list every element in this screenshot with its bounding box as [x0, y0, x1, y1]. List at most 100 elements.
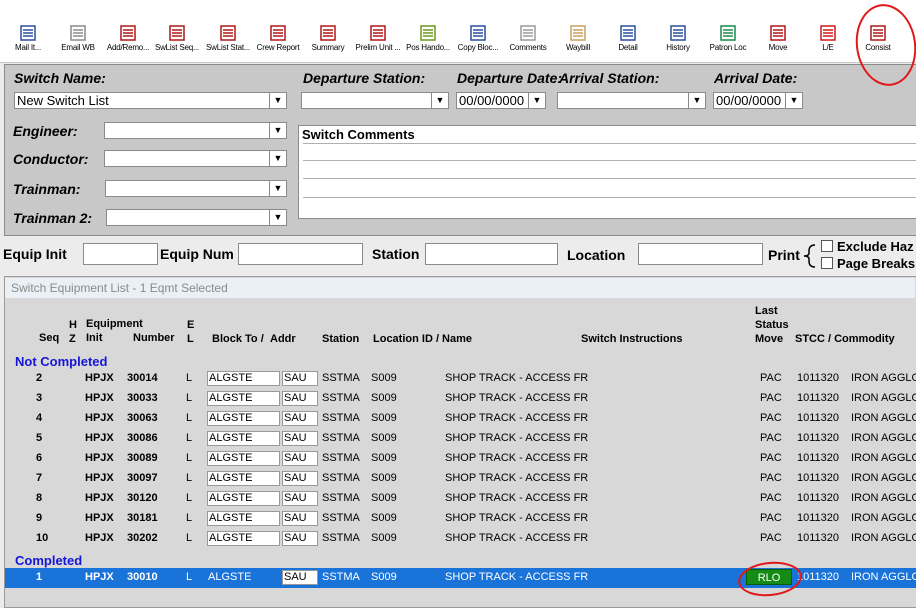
chevron-down-icon[interactable]: ▼: [269, 210, 286, 225]
toolbar-button-pos-handoff[interactable]: Pos Hando...: [406, 25, 450, 59]
switch-comments-label: Switch Comments: [302, 127, 415, 142]
station-cell: SSTMA: [322, 571, 360, 583]
switch-comments-box[interactable]: Switch Comments: [298, 125, 916, 219]
last-status-cell: PAC: [760, 532, 782, 544]
table-row[interactable]: 6 HPJX 30089 L SSTMA S009 SHOP TRACK - ACCESS …: [5, 449, 916, 469]
number-cell: 30097: [127, 472, 158, 484]
table-row[interactable]: 7 HPJX 30097 L SSTMA S009 SHOP TRACK - ACCESS …: [5, 469, 916, 489]
toolbar-button-waybill[interactable]: Waybill: [556, 25, 600, 59]
summary-icon: [320, 25, 336, 41]
bracket-icon: [803, 244, 816, 268]
station-filter-input[interactable]: [425, 243, 558, 265]
addr-field[interactable]: SAU: [282, 371, 318, 386]
addr-field[interactable]: SAU: [282, 391, 318, 406]
toolbar-button-patron-loc[interactable]: Patron Loc: [706, 25, 750, 59]
page-breaks-checkbox[interactable]: [821, 257, 833, 269]
commodity-cell: IRON AGGLO: [851, 372, 916, 384]
chevron-down-icon[interactable]: ▼: [269, 181, 286, 196]
page-breaks-label: Page Breaks: [837, 256, 916, 271]
block-to-field[interactable]: ALGSTE: [207, 431, 280, 446]
station-cell: SSTMA: [322, 452, 360, 464]
block-to-field[interactable]: ALGSTE: [207, 511, 280, 526]
col-number-header: Number: [133, 332, 175, 344]
chevron-down-icon[interactable]: ▼: [269, 93, 286, 108]
block-to-field[interactable]: ALGSTE: [208, 571, 251, 583]
addr-field[interactable]: SAU: [282, 531, 318, 546]
departure-date-picker[interactable]: 00/00/0000 ▼: [456, 92, 546, 109]
toolbar-button-prelim-unit[interactable]: Prelim Unit ...: [356, 25, 401, 59]
toolbar-button-mail[interactable]: Mail It...: [6, 25, 50, 59]
chevron-down-icon[interactable]: ▼: [528, 93, 545, 108]
prelim-unit-icon: [370, 25, 386, 41]
table-row[interactable]: 5 HPJX 30086 L SSTMA S009 SHOP TRACK - ACCESS …: [5, 429, 916, 449]
table-row[interactable]: 3 HPJX 30033 L SSTMA S009 SHOP TRACK - ACCESS …: [5, 389, 916, 409]
location-name-cell: SHOP TRACK - ACCESS FR: [445, 512, 589, 524]
table-row[interactable]: 10 HPJX 30202 L SSTMA S009 SHOP TRACK - ACCESS…: [5, 529, 916, 549]
departure-station-combo[interactable]: ▼: [301, 92, 449, 109]
toolbar-button-move[interactable]: Move: [756, 25, 800, 59]
addr-field[interactable]: SAU: [282, 411, 318, 426]
toolbar-button-swlist-seq[interactable]: SwList Seq...: [155, 25, 199, 59]
col-seq-header: Seq: [39, 332, 60, 344]
addr-field[interactable]: SAU: [282, 511, 318, 526]
addr-field[interactable]: SAU: [282, 471, 318, 486]
toolbar-button-summary[interactable]: Summary: [306, 25, 350, 59]
trainman-combo[interactable]: ▼: [105, 180, 287, 197]
table-row[interactable]: 8 HPJX 30120 L SSTMA S009 SHOP TRACK - ACCESS …: [5, 489, 916, 509]
el-cell: L: [186, 512, 193, 524]
arrival-station-combo[interactable]: ▼: [557, 92, 706, 109]
toolbar-button-detail[interactable]: Detail: [606, 25, 650, 59]
toolbar-button-crew-report[interactable]: Crew Report: [256, 25, 300, 59]
block-to-field[interactable]: ALGSTE: [207, 451, 280, 466]
chevron-down-icon[interactable]: ▼: [785, 93, 802, 108]
arrival-date-value: 00/00/0000: [716, 93, 782, 108]
comment-line: [303, 197, 916, 198]
number-cell: 30014: [127, 372, 158, 384]
chevron-down-icon[interactable]: ▼: [269, 123, 286, 138]
addr-field[interactable]: SAU: [282, 451, 318, 466]
toolbar-button-history[interactable]: History: [656, 25, 700, 59]
col-hz-header: H Z: [69, 319, 77, 345]
block-to-field[interactable]: ALGSTE: [207, 371, 280, 386]
equip-init-input[interactable]: [83, 243, 158, 265]
engineer-combo[interactable]: ▼: [104, 122, 287, 139]
arrival-date-picker[interactable]: 00/00/0000 ▼: [713, 92, 803, 109]
switch-name-combo[interactable]: New Switch List ▼: [14, 92, 287, 109]
chevron-down-icon[interactable]: ▼: [688, 93, 705, 108]
move-icon: [770, 25, 786, 41]
block-to-field[interactable]: ALGSTE: [207, 411, 280, 426]
number-cell: 30033: [127, 392, 158, 404]
toolbar-button-copy-block[interactable]: Copy Bloc...: [456, 25, 500, 59]
seq-cell: 7: [36, 472, 43, 484]
table-row[interactable]: 2 HPJX 30014 L SSTMA S009 SHOP TRACK - ACCESS …: [5, 369, 916, 389]
col-location-header: Location ID / Name: [373, 333, 473, 345]
addr-field[interactable]: SAU: [282, 570, 318, 585]
toolbar-button-comments[interactable]: Comments: [506, 25, 550, 59]
table-row[interactable]: 9 HPJX 30181 L SSTMA S009 SHOP TRACK - ACCESS …: [5, 509, 916, 529]
toolbar-button-label: History: [666, 43, 690, 52]
table-row[interactable]: 4 HPJX 30063 L SSTMA S009 SHOP TRACK - ACCESS …: [5, 409, 916, 429]
chevron-down-icon[interactable]: ▼: [269, 151, 286, 166]
trainman2-combo[interactable]: ▼: [106, 209, 287, 226]
addr-field[interactable]: SAU: [282, 431, 318, 446]
comments-icon: [520, 25, 536, 41]
col-station-header: Station: [322, 333, 360, 345]
crew-report-icon: [270, 25, 286, 41]
arrival-date-label: Arrival Date:: [714, 70, 798, 86]
block-to-field[interactable]: ALGSTE: [207, 491, 280, 506]
toolbar-button-le[interactable]: L/E: [806, 25, 850, 59]
col-instructions-header: Switch Instructions: [581, 333, 683, 345]
block-to-field[interactable]: ALGSTE: [207, 471, 280, 486]
location-filter-input[interactable]: [638, 243, 763, 265]
addr-field[interactable]: SAU: [282, 491, 318, 506]
block-to-field[interactable]: ALGSTE: [207, 531, 280, 546]
conductor-combo[interactable]: ▼: [104, 150, 287, 167]
block-to-field[interactable]: ALGSTE: [207, 391, 280, 406]
chevron-down-icon[interactable]: ▼: [431, 93, 448, 108]
station-cell: SSTMA: [322, 392, 360, 404]
toolbar-button-email[interactable]: Email WB: [56, 25, 100, 59]
exclude-haz-checkbox[interactable]: [821, 240, 833, 252]
toolbar-button-swlist-stat[interactable]: SwList Stat...: [206, 25, 250, 59]
toolbar-button-add-remove[interactable]: Add/Remo...: [106, 25, 150, 59]
equip-num-input[interactable]: [238, 243, 363, 265]
